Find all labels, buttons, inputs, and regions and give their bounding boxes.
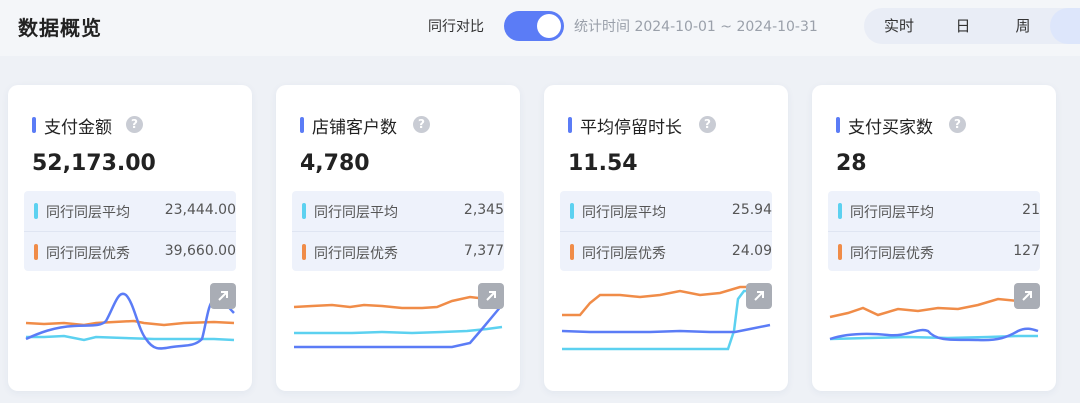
benchmark-row-average: 同行同层平均 2,345	[292, 191, 504, 231]
card-value: 4,780	[300, 151, 370, 176]
compare-label: 同行对比	[428, 19, 484, 35]
trend-sparkline	[561, 285, 771, 351]
benchmark-panel: 同行同层平均 23,444.00 同行同层优秀 39,660.00	[24, 191, 236, 271]
average-legend-marker	[34, 203, 38, 219]
question-circle-icon[interactable]: ?	[699, 116, 716, 133]
own-trend-line	[294, 304, 503, 349]
benchmark-value: 23,444.00	[164, 202, 236, 218]
card-value: 11.54	[568, 151, 638, 176]
benchmark-panel: 同行同层平均 2,345 同行同层优秀 7,377	[292, 191, 504, 271]
trend-sparkline	[293, 295, 503, 349]
period-month-button[interactable]	[1050, 8, 1080, 44]
benchmark-row-excellent: 同行同层优秀 7,377	[292, 231, 504, 272]
average-legend-marker	[302, 203, 306, 219]
date-range: 统计时间 2024-10-01 ~ 2024-10-31	[574, 19, 818, 35]
benchmark-label: 同行同层平均	[582, 205, 666, 221]
card-value: 52,173.00	[32, 151, 156, 176]
benchmark-label: 同行同层优秀	[314, 246, 398, 262]
excellent-legend-marker	[302, 244, 306, 260]
benchmark-label: 同行同层平均	[314, 205, 398, 221]
compare-toggle[interactable]	[504, 11, 564, 41]
excellent-trend-line	[293, 295, 503, 310]
expand-arrow-icon[interactable]	[210, 283, 236, 309]
top-bar: 数据概览 同行对比 统计时间 2024-10-01 ~ 2024-10-31 实…	[0, 0, 1080, 56]
own-trend-line	[561, 323, 771, 334]
metric-card-paying-buyers: 支付买家数 ? 28 同行同层平均 21 同行同层优秀 127	[812, 85, 1056, 391]
period-realtime-button[interactable]: 实时	[864, 8, 934, 44]
period-selector: 实时 日 周	[864, 8, 1080, 44]
card-title: 支付买家数	[848, 118, 933, 138]
card-accent-bar	[836, 117, 840, 133]
page-title: 数据概览	[18, 16, 102, 40]
card-title: 店铺客户数	[312, 118, 397, 138]
expand-arrow-icon[interactable]	[478, 283, 504, 309]
question-circle-icon[interactable]: ?	[949, 116, 966, 133]
benchmark-row-excellent: 同行同层优秀 39,660.00	[24, 231, 236, 272]
benchmark-value: 21	[1022, 202, 1040, 218]
benchmark-row-average: 同行同层平均 25.94	[560, 191, 772, 231]
benchmark-value: 24.09	[731, 243, 772, 259]
average-legend-marker	[838, 203, 842, 219]
benchmark-label: 同行同层优秀	[46, 246, 130, 262]
excellent-legend-marker	[838, 244, 842, 260]
excellent-trend-line	[25, 319, 235, 327]
benchmark-value: 39,660.00	[164, 243, 236, 259]
excellent-trend-line	[829, 294, 1039, 319]
toggle-knob	[537, 14, 561, 38]
benchmark-label: 同行同层平均	[850, 205, 934, 221]
question-circle-icon[interactable]: ?	[126, 116, 143, 133]
question-circle-icon[interactable]: ?	[413, 116, 430, 133]
benchmark-value: 127	[1013, 243, 1040, 259]
metric-card-store-customers: 店铺客户数 ? 4,780 同行同层平均 2,345 同行同层优秀 7,377	[276, 85, 520, 391]
card-accent-bar	[32, 117, 36, 133]
benchmark-label: 同行同层平均	[46, 205, 130, 221]
benchmark-label: 同行同层优秀	[850, 246, 934, 262]
excellent-legend-marker	[34, 244, 38, 260]
period-day-button[interactable]: 日	[938, 8, 988, 44]
card-accent-bar	[300, 117, 304, 133]
card-value: 28	[836, 151, 867, 176]
expand-arrow-icon[interactable]	[746, 283, 772, 309]
card-title: 支付金额	[44, 118, 112, 138]
excellent-legend-marker	[570, 244, 574, 260]
benchmark-row-average: 同行同层平均 23,444.00	[24, 191, 236, 231]
card-accent-bar	[568, 117, 572, 133]
benchmark-label: 同行同层优秀	[582, 246, 666, 262]
trend-sparkline	[829, 294, 1039, 342]
benchmark-row-average: 同行同层平均 21	[828, 191, 1040, 231]
benchmark-panel: 同行同层平均 21 同行同层优秀 127	[828, 191, 1040, 271]
card-title: 平均停留时长	[580, 118, 682, 138]
benchmark-value: 25.94	[731, 202, 772, 218]
trend-sparkline	[25, 292, 235, 350]
benchmark-row-excellent: 同行同层优秀 24.09	[560, 231, 772, 272]
benchmark-panel: 同行同层平均 25.94 同行同层优秀 24.09	[560, 191, 772, 271]
average-legend-marker	[570, 203, 574, 219]
metric-card-payment-amount: 支付金额 ? 52,173.00 同行同层平均 23,444.00 同行同层优秀…	[8, 85, 252, 391]
benchmark-value: 7,377	[463, 243, 504, 259]
benchmark-value: 2,345	[463, 202, 504, 218]
period-week-button[interactable]: 周	[998, 8, 1048, 44]
metric-card-avg-stay-duration: 平均停留时长 ? 11.54 同行同层平均 25.94 同行同层优秀 24.09	[544, 85, 788, 391]
benchmark-row-excellent: 同行同层优秀 127	[828, 231, 1040, 272]
expand-arrow-icon[interactable]	[1014, 283, 1040, 309]
average-trend-line	[294, 325, 503, 335]
